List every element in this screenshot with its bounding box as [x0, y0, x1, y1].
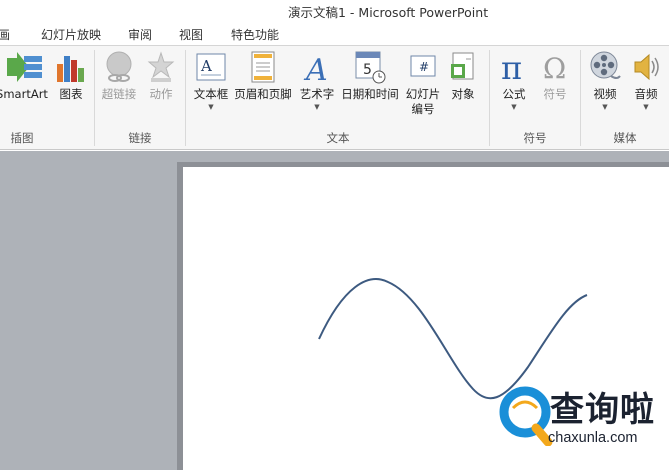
smartart-icon [7, 52, 42, 82]
svg-text:Ω: Ω [543, 52, 566, 84]
audio-label: 音频 [634, 87, 658, 101]
video-dropdown-caret[interactable]: ▼ [587, 103, 623, 112]
smartart-label: SmartArt [0, 87, 48, 101]
textbox-icon: A [196, 53, 226, 81]
group-links-label: 链接 [128, 131, 152, 145]
textbox-label: 文本框 [193, 87, 229, 101]
textbox-button[interactable]: A 文本框 ▼ [189, 50, 233, 112]
title-bar: 演示文稿1 - Microsoft PowerPoint [0, 0, 669, 20]
audio-dropdown-caret[interactable]: ▼ [628, 103, 664, 112]
wordart-label: 艺术字 [299, 87, 335, 101]
chart-button[interactable]: 图表 [54, 50, 88, 101]
hyperlink-label: 超链接 [101, 87, 137, 101]
svg-text:5: 5 [363, 62, 372, 78]
header-footer-button[interactable]: 页眉和页脚 [234, 50, 292, 101]
datetime-label: 日期和时间 [341, 87, 399, 101]
equation-label: 公式 [502, 87, 526, 101]
action-label: 动作 [149, 87, 173, 101]
magnifier-logo-icon [499, 386, 553, 446]
pi-icon: π [501, 50, 522, 84]
calendar-clock-icon: 5 [355, 51, 386, 84]
wordart-button[interactable]: A 艺术字 ▼ [296, 50, 338, 112]
object-button[interactable]: 对象 [446, 50, 480, 101]
chart-icon [57, 56, 84, 82]
group-media-label: 媒体 [613, 131, 637, 145]
slide-number-label-line2: 编号 [411, 102, 435, 116]
hyperlink-button[interactable]: 超链接 [98, 50, 140, 101]
tab-view[interactable]: 视图 [179, 26, 203, 43]
video-label: 视频 [593, 87, 617, 101]
speaker-icon [634, 53, 659, 81]
watermark-brand: 查询啦 [550, 390, 655, 430]
wordart-icon: A [303, 53, 328, 84]
window-title: 演示文稿1 - Microsoft PowerPoint [288, 5, 489, 20]
header-footer-label: 页眉和页脚 [234, 87, 292, 101]
action-button[interactable]: 动作 [144, 50, 178, 101]
ribbon: SmartArt 图表 插图 超链接 动作 链接 A 文本框 ▼ 页眉和页脚 A… [0, 46, 669, 150]
symbol-label: 符号 [543, 87, 567, 101]
equation-button[interactable]: π 公式 ▼ [495, 50, 533, 112]
film-reel-icon [590, 51, 621, 79]
object-label: 对象 [451, 87, 475, 101]
svg-text:A: A [303, 53, 328, 84]
header-footer-icon [251, 51, 275, 83]
group-symbols-label: 符号 [523, 131, 547, 145]
action-icon [147, 51, 175, 82]
svg-text:π: π [501, 50, 522, 84]
svg-text:A: A [200, 57, 212, 75]
datetime-button[interactable]: 5 日期和时间 [339, 50, 401, 101]
slide-number-icon: # [410, 55, 436, 77]
equation-dropdown-caret[interactable]: ▼ [495, 103, 533, 112]
slide-number-button[interactable]: # 幻灯片 编号 [403, 50, 443, 116]
audio-button[interactable]: 音频 ▼ [628, 50, 664, 112]
slide-number-label-line1: 幻灯片 [405, 87, 441, 101]
chart-label: 图表 [59, 87, 83, 101]
smartart-button[interactable]: SmartArt [0, 50, 50, 101]
watermark: 查询啦 chaxunla.com [494, 380, 669, 470]
group-separator [94, 50, 95, 146]
hyperlink-icon [106, 51, 132, 82]
object-icon [451, 52, 474, 80]
ribbon-tabs: 画 幻灯片放映 审阅 视图 特色功能 [0, 20, 669, 46]
video-button[interactable]: 视频 ▼ [587, 50, 623, 112]
tab-special-features[interactable]: 特色功能 [231, 26, 279, 43]
svg-text:#: # [419, 60, 429, 74]
wordart-dropdown-caret[interactable]: ▼ [296, 103, 338, 112]
tab-animations[interactable]: 画 [0, 26, 10, 43]
group-illustrations-label: 插图 [10, 131, 34, 145]
symbol-button[interactable]: Ω 符号 [536, 50, 574, 101]
tab-slideshow[interactable]: 幻灯片放映 [41, 26, 101, 43]
omega-icon: Ω [543, 52, 566, 84]
textbox-dropdown-caret[interactable]: ▼ [189, 103, 233, 112]
group-text-label: 文本 [326, 131, 350, 145]
watermark-url: chaxunla.com [548, 430, 638, 446]
tab-review[interactable]: 审阅 [128, 26, 152, 43]
